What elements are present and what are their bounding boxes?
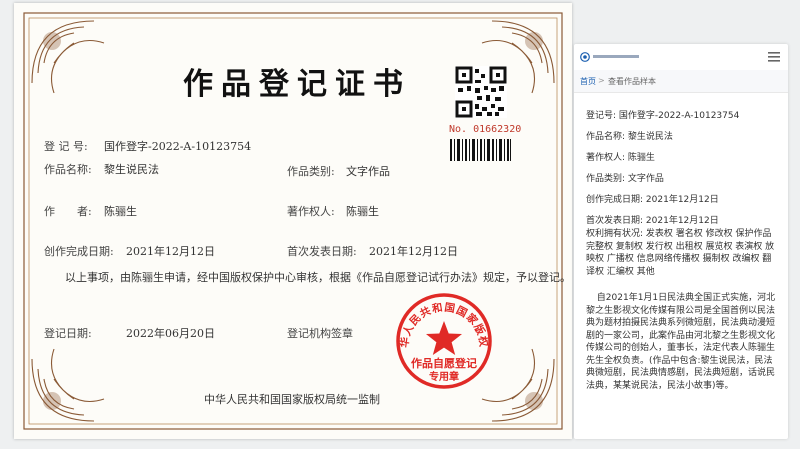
work-name-label: 作品名称: [44,163,92,176]
reg-date-value: 2022年06月20日 [126,327,215,340]
detail-row: 作品名称: 黎生说民法 [586,129,673,142]
breadcrumb-home[interactable]: 首页 [580,76,596,87]
detail-value: 文字作品 [627,174,664,184]
detail-label: 登记号: [586,111,617,121]
created-label: 创作完成日期: [44,245,114,258]
detail-label: 作品类别: [586,174,626,184]
owner-value: 陈骊生 [346,205,379,218]
owner-label: 著作权人: [287,205,335,218]
mobile-header [574,44,788,71]
qr-code-icon [455,66,507,118]
detail-label: 著作权人: [586,153,626,163]
work-name-value: 黎生说民法 [104,163,159,176]
certificate-title: 作品登记证书 [183,67,411,102]
detail-row: 著作权人: 陈骊生 [586,150,655,163]
seal-line-1: 作品自愿登记 [411,356,477,370]
detail-row: 作品类别: 文字作品 [586,171,664,184]
seal-star-icon [426,321,462,355]
reg-no-label: 登 记 号: [44,140,88,153]
author-label: 作 者: [44,205,92,218]
detail-value: 黎生说民法 [627,132,673,142]
seal-line-2: 专用章 [429,370,459,383]
certificate-footer: 中华人民共和国国家版权局统一监制 [204,393,380,406]
breadcrumb-separator: > [598,76,605,85]
work-description: 自2021年1月1日民法典全国正式实施，河北黎之生影视文化传媒有限公司是全国首例… [586,293,776,391]
rights-status: 权利拥有状况: 发表权 署名权 修改权 保护作品完整权 复制权 发行权 出租权 … [586,229,775,277]
category-value: 文字作品 [346,165,390,178]
published-value: 2021年12月12日 [369,245,458,258]
detail-value: 陈骊生 [627,153,655,163]
serial-number: No. 01662320 [449,124,522,135]
created-value: 2021年12月12日 [126,245,215,258]
registration-statement: 以上事项，由陈骊生申请，经中国版权保护中心审核，根据《作品自愿登记试行办法》规定… [65,271,571,284]
category-label: 作品类别: [287,165,335,178]
detail-value: 2021年12月12日 [645,216,719,226]
site-logo-icon [580,52,590,62]
author-value: 陈骊生 [104,205,137,218]
published-label: 首次发表日期: [287,245,357,258]
menu-icon[interactable] [768,52,780,62]
site-name-text [593,55,639,58]
detail-label: 作品名称: [586,132,626,142]
reg-no-value: 国作登字-2022-A-10123754 [104,140,252,153]
mobile-detail-panel: 首页 > 查看作品样本 登记号: 国作登字-2022-A-10123754 作品… [574,44,788,439]
detail-value: 国作登字-2022-A-10123754 [618,111,740,121]
detail-row: 登记号: 国作登字-2022-A-10123754 [586,108,739,121]
detail-label: 首次发表日期: [586,216,644,226]
detail-row: 首次发表日期: 2021年12月12日 [586,213,719,226]
detail-value: 2021年12月12日 [645,195,719,205]
official-seal: 中华人民共和国国家版权局 作品自愿登记 专用章 [394,291,492,389]
reg-date-label: 登记日期: [44,327,92,340]
breadcrumb-current: 查看作品样本 [608,77,656,86]
barcode-icon [450,139,511,161]
detail-label: 创作完成日期: [586,195,644,205]
breadcrumb: 首页 > 查看作品样本 [574,70,788,93]
authority-label: 登记机构签章 [287,327,353,340]
certificate: 作品登记证书 No. 01662320 登 记 号: 国作登字-2022-A-1… [14,3,572,439]
detail-row: 创作完成日期: 2021年12月12日 [586,192,719,205]
